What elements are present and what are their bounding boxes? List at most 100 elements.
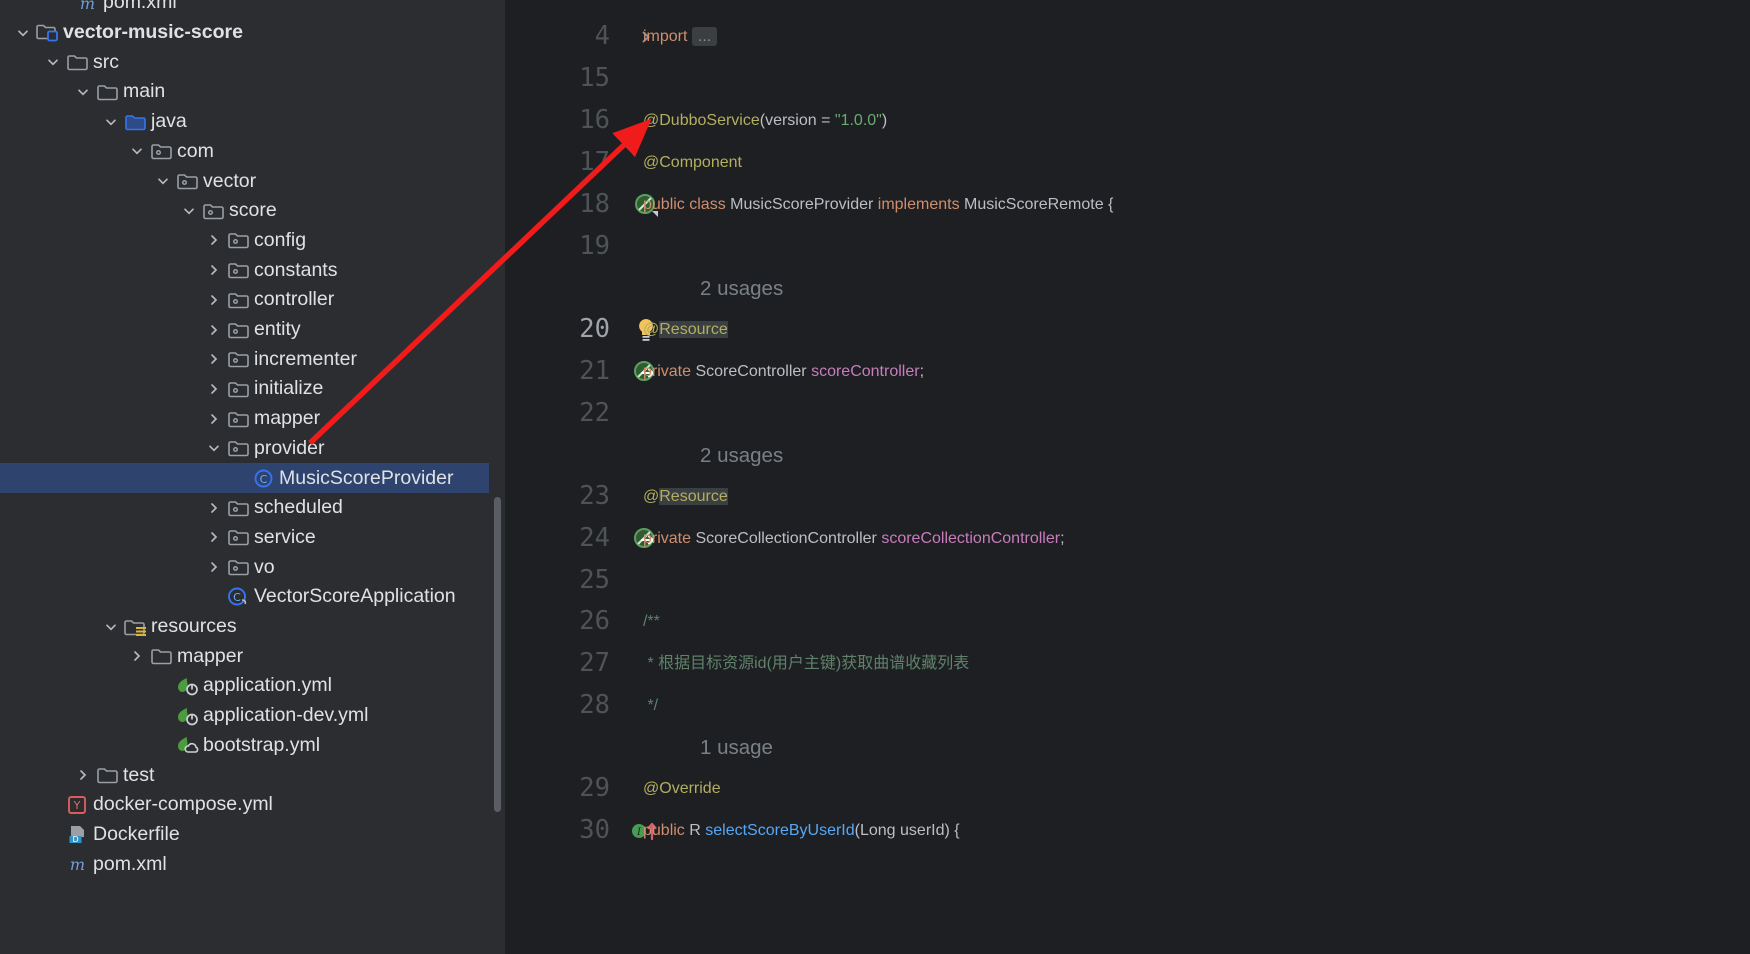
tree-item[interactable]: bootstrap.yml <box>0 731 505 761</box>
line-number[interactable]: 16 <box>505 100 610 142</box>
code-line[interactable]: private ScoreController scoreController; <box>643 351 924 393</box>
project-tool-window[interactable]: m pom.xml vector-music-score src main java com… <box>0 0 505 954</box>
code-token: ) { <box>944 822 960 839</box>
tree-item[interactable]: score <box>0 196 505 226</box>
tree-item[interactable]: vo <box>0 552 505 582</box>
error-stripe[interactable] <box>1745 0 1750 954</box>
tree-item[interactable]: resources <box>0 612 505 642</box>
code-editor[interactable]: 4 import ... 15 16 @DubboService(version = "… <box>505 0 1750 954</box>
code-line[interactable]: @Component <box>643 142 742 184</box>
code-line[interactable]: */ <box>643 685 658 727</box>
line-number[interactable]: 4 <box>505 16 610 58</box>
tree-item-label: MusicScoreProvider <box>279 466 454 489</box>
tree-item[interactable]: java <box>0 107 505 137</box>
tree-item[interactable]: m pom.xml <box>0 849 505 879</box>
tree-item[interactable]: D Dockerfile <box>0 820 505 850</box>
spring-cloud-yaml-icon <box>174 735 200 755</box>
tree-item-label: mapper <box>254 407 321 430</box>
tree-item[interactable]: mapper <box>0 404 505 434</box>
line-number[interactable]: 26 <box>505 601 610 643</box>
code-token: implements <box>873 196 965 213</box>
line-number[interactable]: 22 <box>505 393 610 435</box>
chevron-right-icon[interactable] <box>203 501 225 515</box>
code-line[interactable]: import ... <box>643 16 718 58</box>
chevron-down-icon[interactable] <box>152 174 174 188</box>
chevron-right-icon[interactable] <box>203 323 225 337</box>
line-number[interactable]: 21 <box>505 351 610 393</box>
usage-hint[interactable]: 2 usages <box>700 268 783 310</box>
chevron-right-icon[interactable] <box>203 530 225 544</box>
chevron-down-icon[interactable] <box>100 115 122 129</box>
tree-item[interactable]: m pom.xml <box>0 0 505 18</box>
line-number[interactable]: 27 <box>505 643 610 685</box>
line-number[interactable]: 25 <box>505 560 610 602</box>
tree-item[interactable]: incrementer <box>0 344 505 374</box>
line-number[interactable]: 20 <box>505 309 610 351</box>
tree-item[interactable]: vector-music-score <box>0 18 505 48</box>
line-number[interactable]: 24 <box>505 518 610 560</box>
code-line[interactable]: @DubboService(version = "1.0.0") <box>643 100 887 142</box>
line-number[interactable]: 30 <box>505 810 610 852</box>
chevron-down-icon[interactable] <box>126 144 148 158</box>
chevron-right-icon[interactable] <box>203 412 225 426</box>
line-number[interactable]: 29 <box>505 768 610 810</box>
chevron-right-icon[interactable] <box>203 352 225 366</box>
spring-yaml-icon <box>174 706 200 726</box>
line-number[interactable]: 17 <box>505 142 610 184</box>
tree-item-label: main <box>123 80 166 103</box>
line-number[interactable]: 28 <box>505 685 610 727</box>
tree-item[interactable]: entity <box>0 315 505 345</box>
usage-hint[interactable]: 1 usage <box>700 727 773 769</box>
line-number[interactable]: 15 <box>505 58 610 100</box>
tree-item[interactable]: mapper <box>0 641 505 671</box>
tree-item[interactable]: Ydocker-compose.yml <box>0 790 505 820</box>
module-icon <box>34 23 60 42</box>
code-line[interactable]: * 根据目标资源id(用户主键)获取曲谱收藏列表 <box>643 643 969 685</box>
tree-item[interactable]: service <box>0 523 505 553</box>
chevron-down-icon[interactable] <box>72 85 94 99</box>
tree-item[interactable]: controller <box>0 285 505 315</box>
tree-item-label: service <box>254 525 316 548</box>
chevron-right-icon[interactable] <box>126 649 148 663</box>
chevron-down-icon[interactable] <box>178 204 200 218</box>
chevron-down-icon[interactable] <box>42 55 64 69</box>
line-number[interactable]: 19 <box>505 226 610 268</box>
chevron-right-icon[interactable] <box>203 263 225 277</box>
tree-item[interactable]: test <box>0 760 505 790</box>
code-line[interactable]: public R selectScoreByUserId(Long userId… <box>643 810 960 852</box>
code-line[interactable]: public class MusicScoreProvider implemen… <box>643 184 1113 226</box>
sidebar-scrollbar[interactable] <box>494 497 501 812</box>
tree-item[interactable]: src <box>0 47 505 77</box>
chevron-right-icon[interactable] <box>203 293 225 307</box>
package-icon <box>225 439 251 457</box>
code-line[interactable]: @Override <box>643 768 721 810</box>
chevron-down-icon[interactable] <box>203 441 225 455</box>
tree-item[interactable]: vector <box>0 166 505 196</box>
code-token: import <box>643 28 692 45</box>
chevron-down-icon[interactable] <box>12 26 34 40</box>
line-number[interactable]: 23 <box>505 476 610 518</box>
tree-item[interactable]: initialize <box>0 374 505 404</box>
chevron-right-icon[interactable] <box>72 768 94 782</box>
tree-item[interactable]: provider <box>0 434 505 464</box>
tree-item[interactable]: scheduled <box>0 493 505 523</box>
tree-item[interactable]: application.yml <box>0 671 505 701</box>
chevron-right-icon[interactable] <box>203 233 225 247</box>
tree-item[interactable]: main <box>0 77 505 107</box>
tree-item-selected[interactable]: C MusicScoreProvider <box>0 463 489 493</box>
chevron-right-icon[interactable] <box>203 560 225 574</box>
chevron-right-icon[interactable] <box>203 382 225 396</box>
code-line[interactable]: /** <box>643 601 660 643</box>
usage-hint[interactable]: 2 usages <box>700 435 783 477</box>
chevron-down-icon[interactable] <box>100 620 122 634</box>
code-token: ; <box>919 363 925 380</box>
line-number[interactable]: 18 <box>505 184 610 226</box>
tree-item[interactable]: application-dev.yml <box>0 701 505 731</box>
code-line[interactable]: @Resource <box>643 309 728 351</box>
tree-item[interactable]: config <box>0 226 505 256</box>
tree-item[interactable]: C VectorScoreApplication <box>0 582 505 612</box>
code-line[interactable]: private ScoreCollectionController scoreC… <box>643 518 1065 560</box>
tree-item[interactable]: com <box>0 137 505 167</box>
code-line[interactable]: @Resource <box>643 476 728 518</box>
tree-item[interactable]: constants <box>0 255 505 285</box>
